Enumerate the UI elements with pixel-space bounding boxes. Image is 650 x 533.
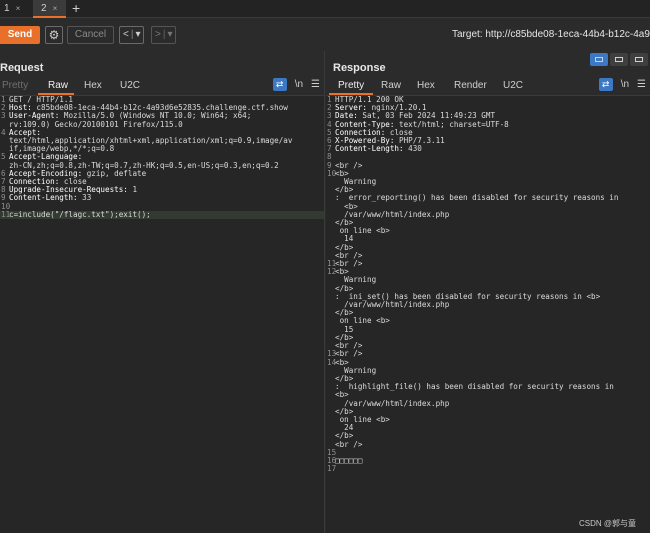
code-line: /var/www/html/index.php [326,210,650,219]
layout-side-by-side-icon[interactable] [590,53,608,66]
code-line: : highlight_file() has been disabled for… [326,383,650,391]
line-text: 1 [127,185,138,195]
newline-icon[interactable]: \n [295,79,303,90]
watermark: CSDN @郭与童 [578,519,636,528]
tab-hex[interactable]: Hex [417,80,435,91]
code-line: 9 Content-Length: 33 [0,194,324,202]
tab-1[interactable]: 1 × [0,0,28,18]
code-line: 11c=include("/flagc.txt");exit(); [0,209,324,220]
code-line: /var/www/html/index.php [326,300,650,309]
line-text: : error_reporting() has been disabled fo… [335,193,619,203]
line-number: 17 [327,464,337,474]
tab-render[interactable]: Render [454,80,487,91]
menu-icon[interactable]: ☰ [637,79,646,90]
line-text: 33 [77,193,92,203]
editor-tools: ⇄ \n ☰ [265,78,320,91]
code-line: 17 [326,464,650,474]
code-line: 15 [326,448,650,457]
tab-label: 1 [4,3,10,14]
header-key: Content-Length: [9,193,78,203]
wrap-icon[interactable]: ⇄ [272,78,287,91]
back-button[interactable]: < | ▾ [119,26,145,44]
tab-pretty[interactable]: Pretty [338,80,364,91]
add-tab-icon[interactable]: + [72,0,80,18]
cancel-button[interactable]: Cancel [67,26,114,44]
code-line: </b> [326,243,650,252]
menu-icon[interactable]: ☰ [311,79,320,90]
layout-stacked-icon[interactable] [610,53,628,66]
code-line: </b> [326,333,650,342]
code-line: on line <b> [326,415,650,424]
code-line: /var/www/html/index.php [326,399,650,408]
chevron-right-icon: > [155,29,161,40]
chevron-left-icon: < [123,29,129,40]
code-line: on line <b> [326,317,650,325]
close-icon[interactable]: × [16,4,21,13]
gear-icon[interactable]: ⚙ [45,26,63,44]
tab-label: 2 [41,3,47,14]
tab-2[interactable]: 2 × [33,0,66,18]
request-editor[interactable]: 1 GET / HTTP/1.1 2 Host: c85bde08-1eca-44b4… [0,95,324,533]
forward-button[interactable]: > | ▾ [151,26,177,44]
code-line: <br /> [326,251,650,260]
line-text: <br /> [335,439,363,449]
line-number: 11 [1,209,11,219]
code-line: 7 Content-Length: 430 [326,145,650,153]
line-number: 5 [1,152,6,162]
request-title: Request [0,62,44,74]
code-line: 8 [326,153,650,161]
line-text: 430 [403,144,422,154]
code-line: 16□□□□□□ [326,455,650,465]
response-pane: Response Pretty Raw Hex Render U2C ⇄ \n ☰ … [326,51,650,533]
request-pane: Request Pretty Raw Hex U2C ⇄ \n ☰ 1 GET / H… [0,51,325,533]
code-line: Warning [326,366,650,375]
tab-raw[interactable]: Raw [48,80,68,91]
code-line: on line <b> [326,227,650,235]
close-icon[interactable]: × [53,4,58,13]
code-line: Warning [326,276,650,284]
code-line: rv:109.0) Gecko/20100101 Firefox/115.0 [0,120,324,129]
header-key: Content-Length: [335,144,404,154]
layout-toggle [588,53,648,67]
line-number: 14 [327,357,337,367]
toolbar: Send ⚙ Cancel < | ▾ > | ▾ Target: http://c85… [0,19,650,51]
tab-raw[interactable]: Raw [381,80,401,91]
line-number: 4 [1,127,6,137]
target-label: Target: http://c85bde08-1eca-44b4-b12c-4… [452,29,650,40]
send-button[interactable]: Send [0,26,40,44]
tab-hex[interactable]: Hex [84,80,102,91]
tab-strip: 1 × 2 × + [0,0,650,18]
layout-single-icon[interactable] [630,53,648,66]
line-text: □□□□□□ [335,455,363,465]
code-line: <br /> [326,439,650,449]
code-line: 13<br /> [326,350,650,358]
line-text: gzip, deflate [82,168,147,178]
response-title: Response [333,62,386,74]
line-text: c=include("/flagc.txt");exit(); [9,209,151,219]
code-line: 11<br /> [326,259,650,268]
newline-icon[interactable]: \n [621,79,629,90]
code-line: </b> [326,432,650,440]
tab-u2c[interactable]: U2C [503,80,523,91]
line-number: 10 [327,168,337,178]
editor-tools: ⇄ \n ☰ [591,78,646,91]
line-number: 12 [327,267,337,277]
line-number: 3 [1,111,6,121]
code-line: Warning [326,177,650,186]
response-editor[interactable]: 1 HTTP/1.1 200 OK 2 Server: nginx/1.20.1 3 Da… [326,95,650,533]
code-line: 15 [326,325,650,334]
code-line: 9 <br /> [326,161,650,170]
wrap-icon[interactable]: ⇄ [598,78,613,91]
code-line: <br /> [326,341,650,350]
tab-pretty[interactable]: Pretty [2,80,28,91]
code-line: : error_reporting() has been disabled fo… [326,194,650,202]
chevron-down-icon: ▾ [167,29,173,40]
line-text: : highlight_file() has been disabled for… [335,382,614,392]
response-tabs: Pretty Raw Hex Render U2C ⇄ \n ☰ [326,77,650,95]
tab-u2c[interactable]: U2C [120,80,140,91]
code-line: 14 [326,235,650,243]
request-tabs: Pretty Raw Hex U2C ⇄ \n ☰ [0,77,324,95]
chevron-down-icon: ▾ [135,29,141,40]
code-line: 24 [326,424,650,432]
